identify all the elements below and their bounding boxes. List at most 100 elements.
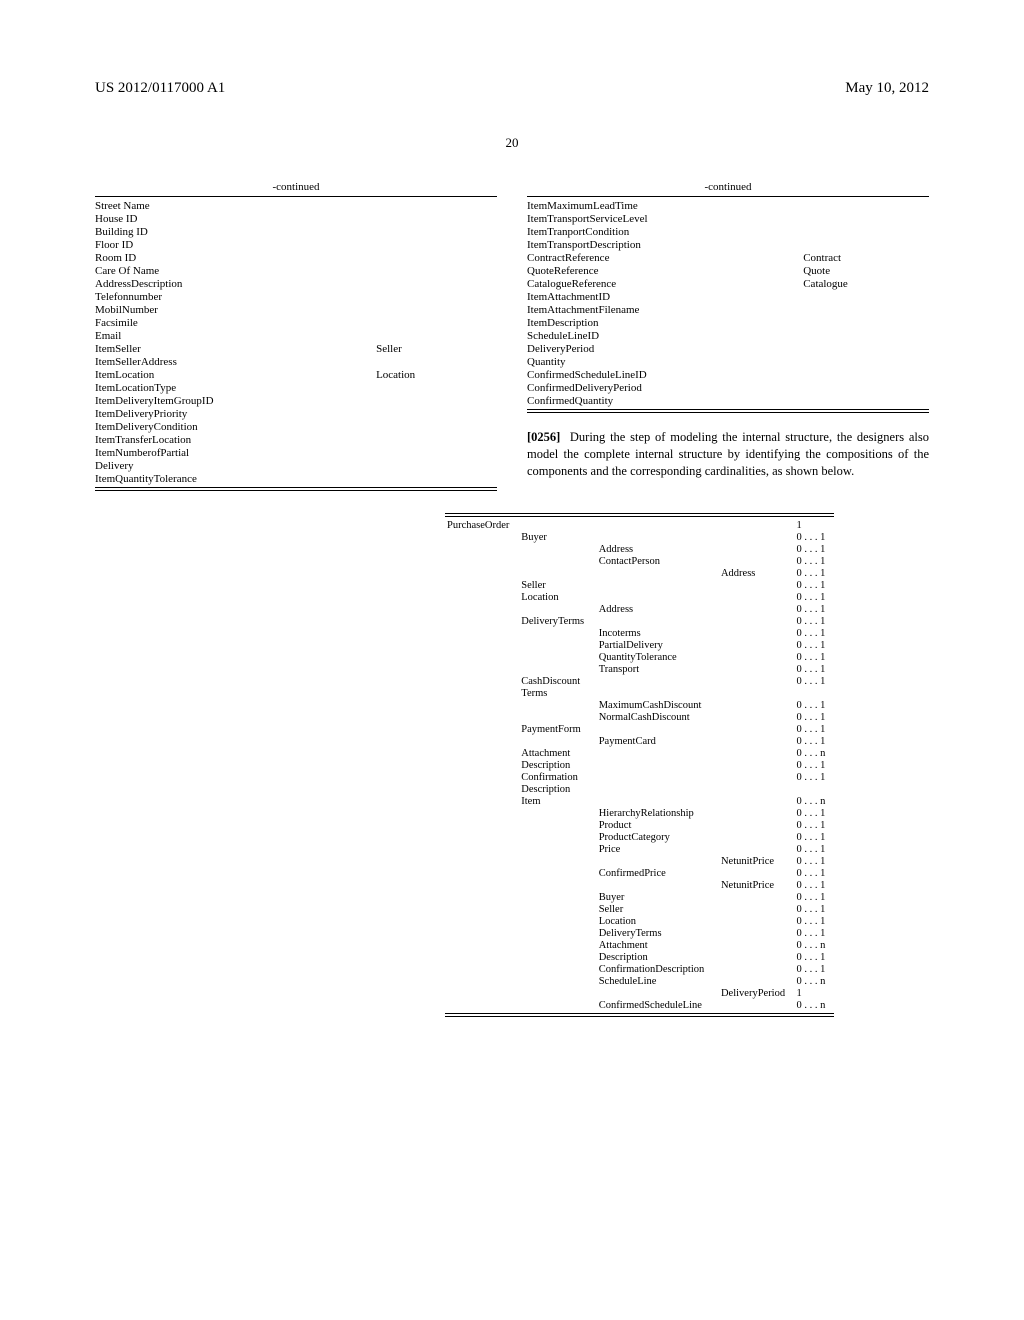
cell: ProductCategory	[597, 831, 719, 843]
cell	[719, 915, 795, 927]
cell: ItemNumberofPartial	[95, 446, 336, 459]
cell	[519, 735, 596, 747]
publication-number: US 2012/0117000 A1	[95, 80, 225, 97]
cell: NetunitPrice	[719, 855, 795, 867]
cell	[763, 381, 929, 394]
cell: 0 . . . 1	[794, 639, 834, 651]
cell: 1	[794, 987, 834, 999]
cell	[445, 603, 519, 615]
cell	[763, 368, 929, 381]
cell	[336, 264, 497, 277]
cell	[519, 891, 596, 903]
cell: Seller	[519, 579, 596, 591]
cell: ItemDeliveryItemGroupID	[95, 394, 336, 407]
cell	[445, 747, 519, 759]
cell	[445, 939, 519, 951]
cell	[445, 915, 519, 927]
cell	[336, 251, 497, 264]
cell	[445, 903, 519, 915]
cell	[763, 342, 929, 355]
cell	[597, 675, 719, 687]
cell	[519, 699, 596, 711]
cell: 0 . . . 1	[794, 591, 834, 603]
cell: 0 . . . 1	[794, 615, 834, 627]
cell	[719, 699, 795, 711]
cell: Catalogue	[763, 277, 929, 290]
cell	[336, 446, 497, 459]
cell	[719, 927, 795, 939]
cell: ItemTransferLocation	[95, 433, 336, 446]
cell	[519, 963, 596, 975]
cell: Address	[597, 543, 719, 555]
cell	[719, 891, 795, 903]
left-table: Street NameHouse IDBuilding IDFloor IDRo…	[95, 199, 497, 485]
cell	[719, 819, 795, 831]
cell	[519, 543, 596, 555]
cell: 0 . . . n	[794, 795, 834, 807]
cell	[719, 963, 795, 975]
cell	[336, 199, 497, 212]
cell: CashDiscount	[519, 675, 596, 687]
cell: Buyer	[597, 891, 719, 903]
cell: 0 . . . n	[794, 999, 834, 1011]
cell	[445, 867, 519, 879]
cell	[519, 951, 596, 963]
cell	[719, 663, 795, 675]
right-table-title: -continued	[527, 181, 929, 193]
cell	[719, 651, 795, 663]
cell: 0 . . . 1	[794, 555, 834, 567]
cell	[445, 759, 519, 771]
cell	[719, 555, 795, 567]
cell	[336, 316, 497, 329]
cell: 0 . . . 1	[794, 915, 834, 927]
cell	[719, 519, 795, 531]
cell: AddressDescription	[95, 277, 336, 290]
cell	[445, 735, 519, 747]
cell	[597, 759, 719, 771]
cell: ContactPerson	[597, 555, 719, 567]
cell	[597, 783, 719, 795]
cell: Quote	[763, 264, 929, 277]
cell: ConfirmedPrice	[597, 867, 719, 879]
rule	[527, 409, 929, 410]
cell	[719, 843, 795, 855]
rule	[445, 516, 834, 517]
cell: ItemAttachmentFilename	[527, 303, 763, 316]
cell: 0 . . . 1	[794, 663, 834, 675]
two-column-area: -continued Street NameHouse IDBuilding I…	[95, 181, 929, 493]
cell	[336, 407, 497, 420]
cell: DeliveryPeriod	[719, 987, 795, 999]
cell	[719, 951, 795, 963]
patent-page: US 2012/0117000 A1 May 10, 2012 20 -cont…	[0, 0, 1024, 1320]
cell	[519, 651, 596, 663]
cell: ConfirmedScheduleLineID	[527, 368, 763, 381]
cell: Location	[519, 591, 596, 603]
cell	[336, 355, 497, 368]
cell	[719, 747, 795, 759]
cell	[445, 879, 519, 891]
cell	[519, 975, 596, 987]
cell	[719, 939, 795, 951]
cell: Transport	[597, 663, 719, 675]
cell: 0 . . . 1	[794, 963, 834, 975]
cell: QuoteReference	[527, 264, 763, 277]
cell	[445, 963, 519, 975]
cell	[336, 420, 497, 433]
cell	[719, 759, 795, 771]
cell: Contract	[763, 251, 929, 264]
cell	[597, 687, 719, 699]
cell: 1	[794, 519, 834, 531]
cell: 0 . . . 1	[794, 819, 834, 831]
cell	[719, 723, 795, 735]
cell	[597, 855, 719, 867]
cell: Location	[336, 368, 497, 381]
cell	[445, 795, 519, 807]
cell	[719, 903, 795, 915]
paragraph-number: [0256]	[527, 430, 560, 444]
cell: 0 . . . 1	[794, 807, 834, 819]
cell: ConfirmedQuantity	[527, 394, 763, 407]
cell	[719, 735, 795, 747]
cell	[336, 394, 497, 407]
cell	[597, 567, 719, 579]
cell	[719, 579, 795, 591]
